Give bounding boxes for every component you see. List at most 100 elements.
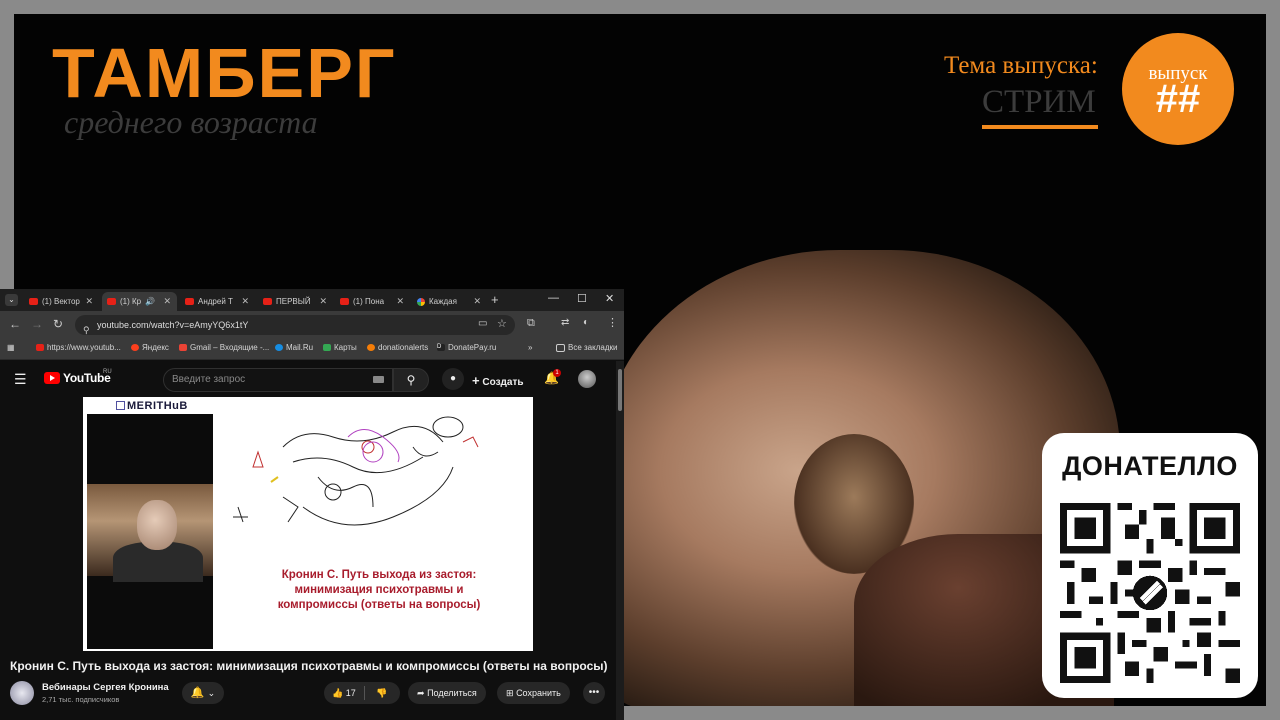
voice-search-button[interactable]: ● (442, 368, 464, 390)
bookmark-maps[interactable]: Карты (323, 343, 357, 352)
show-logo: ТАМБЕРГ (52, 34, 397, 112)
tab-bar: ⌄ (1) Вектор ✕ (1) Кр 🔊 ✕ Андрей Т ✕ ПЕРВЫЙ ✕… (0, 289, 624, 311)
scroll-thumb[interactable] (618, 369, 622, 411)
youtube-icon (36, 344, 44, 352)
tab-2[interactable]: (1) Кр 🔊 ✕ (102, 292, 177, 311)
youtube-region: RU (103, 369, 112, 375)
share-button[interactable]: ➦ Поделиться (408, 682, 486, 704)
plus-icon: + (472, 373, 480, 388)
minimize-icon[interactable]: — (548, 292, 559, 304)
back-icon[interactable]: ← (9, 317, 21, 331)
account-avatar[interactable] (578, 370, 596, 388)
more-actions-button[interactable]: ••• (583, 682, 605, 704)
chevron-down-icon: ⌄ (207, 688, 216, 698)
theme-underline (982, 125, 1098, 129)
notification-count-badge: 1 (553, 369, 561, 377)
create-button[interactable]: + Создать (472, 373, 524, 388)
youtube-icon (340, 298, 349, 306)
page-scrollbar[interactable] (616, 361, 624, 720)
bookmark-youtube[interactable]: https://www.youtub... (36, 343, 121, 352)
browser-window: ⌄ (1) Вектор ✕ (1) Кр 🔊 ✕ Андрей Т ✕ ПЕРВЫЙ ✕… (0, 289, 624, 720)
maximize-icon[interactable]: ☐ (577, 292, 587, 305)
channel-avatar[interactable] (10, 681, 34, 705)
new-tab-button[interactable]: + (491, 292, 499, 307)
episode-badge-number: ## (1155, 77, 1201, 121)
more-icon: ••• (588, 687, 600, 698)
bookmarks-bar: ▦ https://www.youtub... Яндекс Gmail – В… (0, 339, 624, 360)
bookmark-gmail[interactable]: Gmail – Входящие -... (179, 343, 269, 352)
close-window-icon[interactable]: ✕ (605, 292, 614, 305)
forward-icon[interactable]: → (31, 317, 43, 331)
slide-caption: Кронин С. Путь выхода из застоя: минимиз… (277, 569, 481, 611)
google-icon (417, 297, 425, 306)
donate-card: ДОНАТЕЛЛО (1042, 433, 1258, 698)
close-tab-icon[interactable]: ✕ (396, 292, 404, 311)
yandex-icon (131, 344, 139, 352)
close-tab-icon[interactable]: ✕ (163, 292, 171, 311)
search-input[interactable]: Введите запрос (163, 368, 393, 392)
episode-theme-label: Тема выпуска: (944, 52, 1098, 79)
search-button[interactable]: ⚲ (393, 368, 429, 392)
apps-icon[interactable]: ▦ (7, 343, 15, 352)
reload-icon[interactable]: ↻ (53, 317, 63, 331)
bookmark-yandex[interactable]: Яндекс (131, 343, 169, 352)
speaker-icon[interactable]: 🔊 (145, 297, 155, 306)
keyboard-icon[interactable] (373, 376, 384, 383)
close-tab-icon[interactable]: ✕ (473, 292, 481, 311)
save-icon: ⊞ (506, 688, 514, 698)
presenter-face (137, 500, 177, 550)
tab-4[interactable]: ПЕРВЫЙ ✕ (258, 292, 333, 311)
youtube-icon (185, 298, 194, 306)
maps-icon (323, 344, 331, 352)
url-field[interactable]: ⚲ youtube.com/watch?v=eAmyYQ6x1tY (75, 315, 515, 335)
bookmark-mailru[interactable]: Mail.Ru (275, 343, 313, 352)
all-bookmarks[interactable]: Все закладки (556, 343, 617, 352)
dislike-button[interactable]: 👎 (376, 682, 387, 704)
tab-3[interactable]: Андрей Т ✕ (180, 292, 255, 311)
site-info-icon[interactable]: ⚲ (83, 320, 90, 340)
tab-1[interactable]: (1) Вектор ✕ (24, 292, 99, 311)
channel-subscribers: 2,71 тыс. подписчиков (42, 695, 120, 704)
tab-6[interactable]: Каждая ✕ (412, 292, 487, 311)
channel-name[interactable]: Вебинары Сергея Кронина (42, 682, 169, 693)
close-tab-icon[interactable]: ✕ (85, 292, 93, 311)
donate-title: ДОНАТЕЛЛО (1062, 451, 1238, 481)
cast-icon[interactable]: ▭ (478, 318, 487, 329)
close-tab-icon[interactable]: ✕ (319, 292, 327, 311)
like-dislike-group: 👍 17 👎 (324, 682, 400, 704)
donationalerts-icon (367, 344, 375, 352)
bookmark-star-icon[interactable]: ☆ (497, 317, 507, 330)
youtube-icon (263, 298, 272, 306)
video-player[interactable]: MERITHuB Кронин С. Путь выхода из застоя… (83, 397, 533, 651)
bookmark-donationalerts[interactable]: donationalerts (367, 343, 428, 352)
tab-search-button[interactable]: ⌄ (5, 294, 18, 306)
address-bar: ← → ↻ ⚲ youtube.com/watch?v=eAmyYQ6x1tY … (0, 311, 624, 339)
extensions-icon[interactable]: ⧉ (527, 317, 535, 330)
youtube-logo-icon[interactable] (44, 372, 60, 384)
like-button[interactable]: 👍 17 (332, 682, 356, 704)
subscription-bell-button[interactable]: 🔔 ⌄ (182, 682, 224, 704)
close-tab-icon[interactable]: ✕ (241, 292, 249, 311)
folder-icon (556, 343, 565, 352)
presenter-feed (87, 484, 213, 582)
browser-menu-icon[interactable]: ⋮ (607, 316, 618, 329)
youtube-header: ☰ YouTube RU Введите запрос ⚲ ● + Создат… (0, 361, 616, 397)
merithub-brand: MERITHuB (116, 400, 188, 412)
translate-icon[interactable]: ⇄ (561, 317, 569, 328)
tab-5[interactable]: (1) Пона ✕ (335, 292, 410, 311)
youtube-icon (29, 298, 38, 306)
search-icon: ⚲ (406, 373, 416, 387)
gmail-icon (179, 344, 187, 352)
more-bookmarks-icon[interactable]: » (528, 343, 532, 352)
episode-badge: выпуск ## (1122, 33, 1234, 145)
thumbs-down-icon: 👎 (376, 688, 388, 698)
save-button[interactable]: ⊞ Сохранить (497, 682, 570, 704)
presenter-camera (87, 414, 213, 649)
profile-icon[interactable]: ◐ (583, 317, 589, 328)
youtube-icon (107, 298, 116, 306)
bell-icon: 🔔 (190, 687, 205, 699)
like-divider (364, 686, 365, 700)
bookmark-donatepay[interactable]: D DonatePay.ru (437, 343, 496, 352)
hamburger-menu-icon[interactable]: ☰ (14, 371, 27, 388)
mailru-icon (275, 344, 283, 352)
